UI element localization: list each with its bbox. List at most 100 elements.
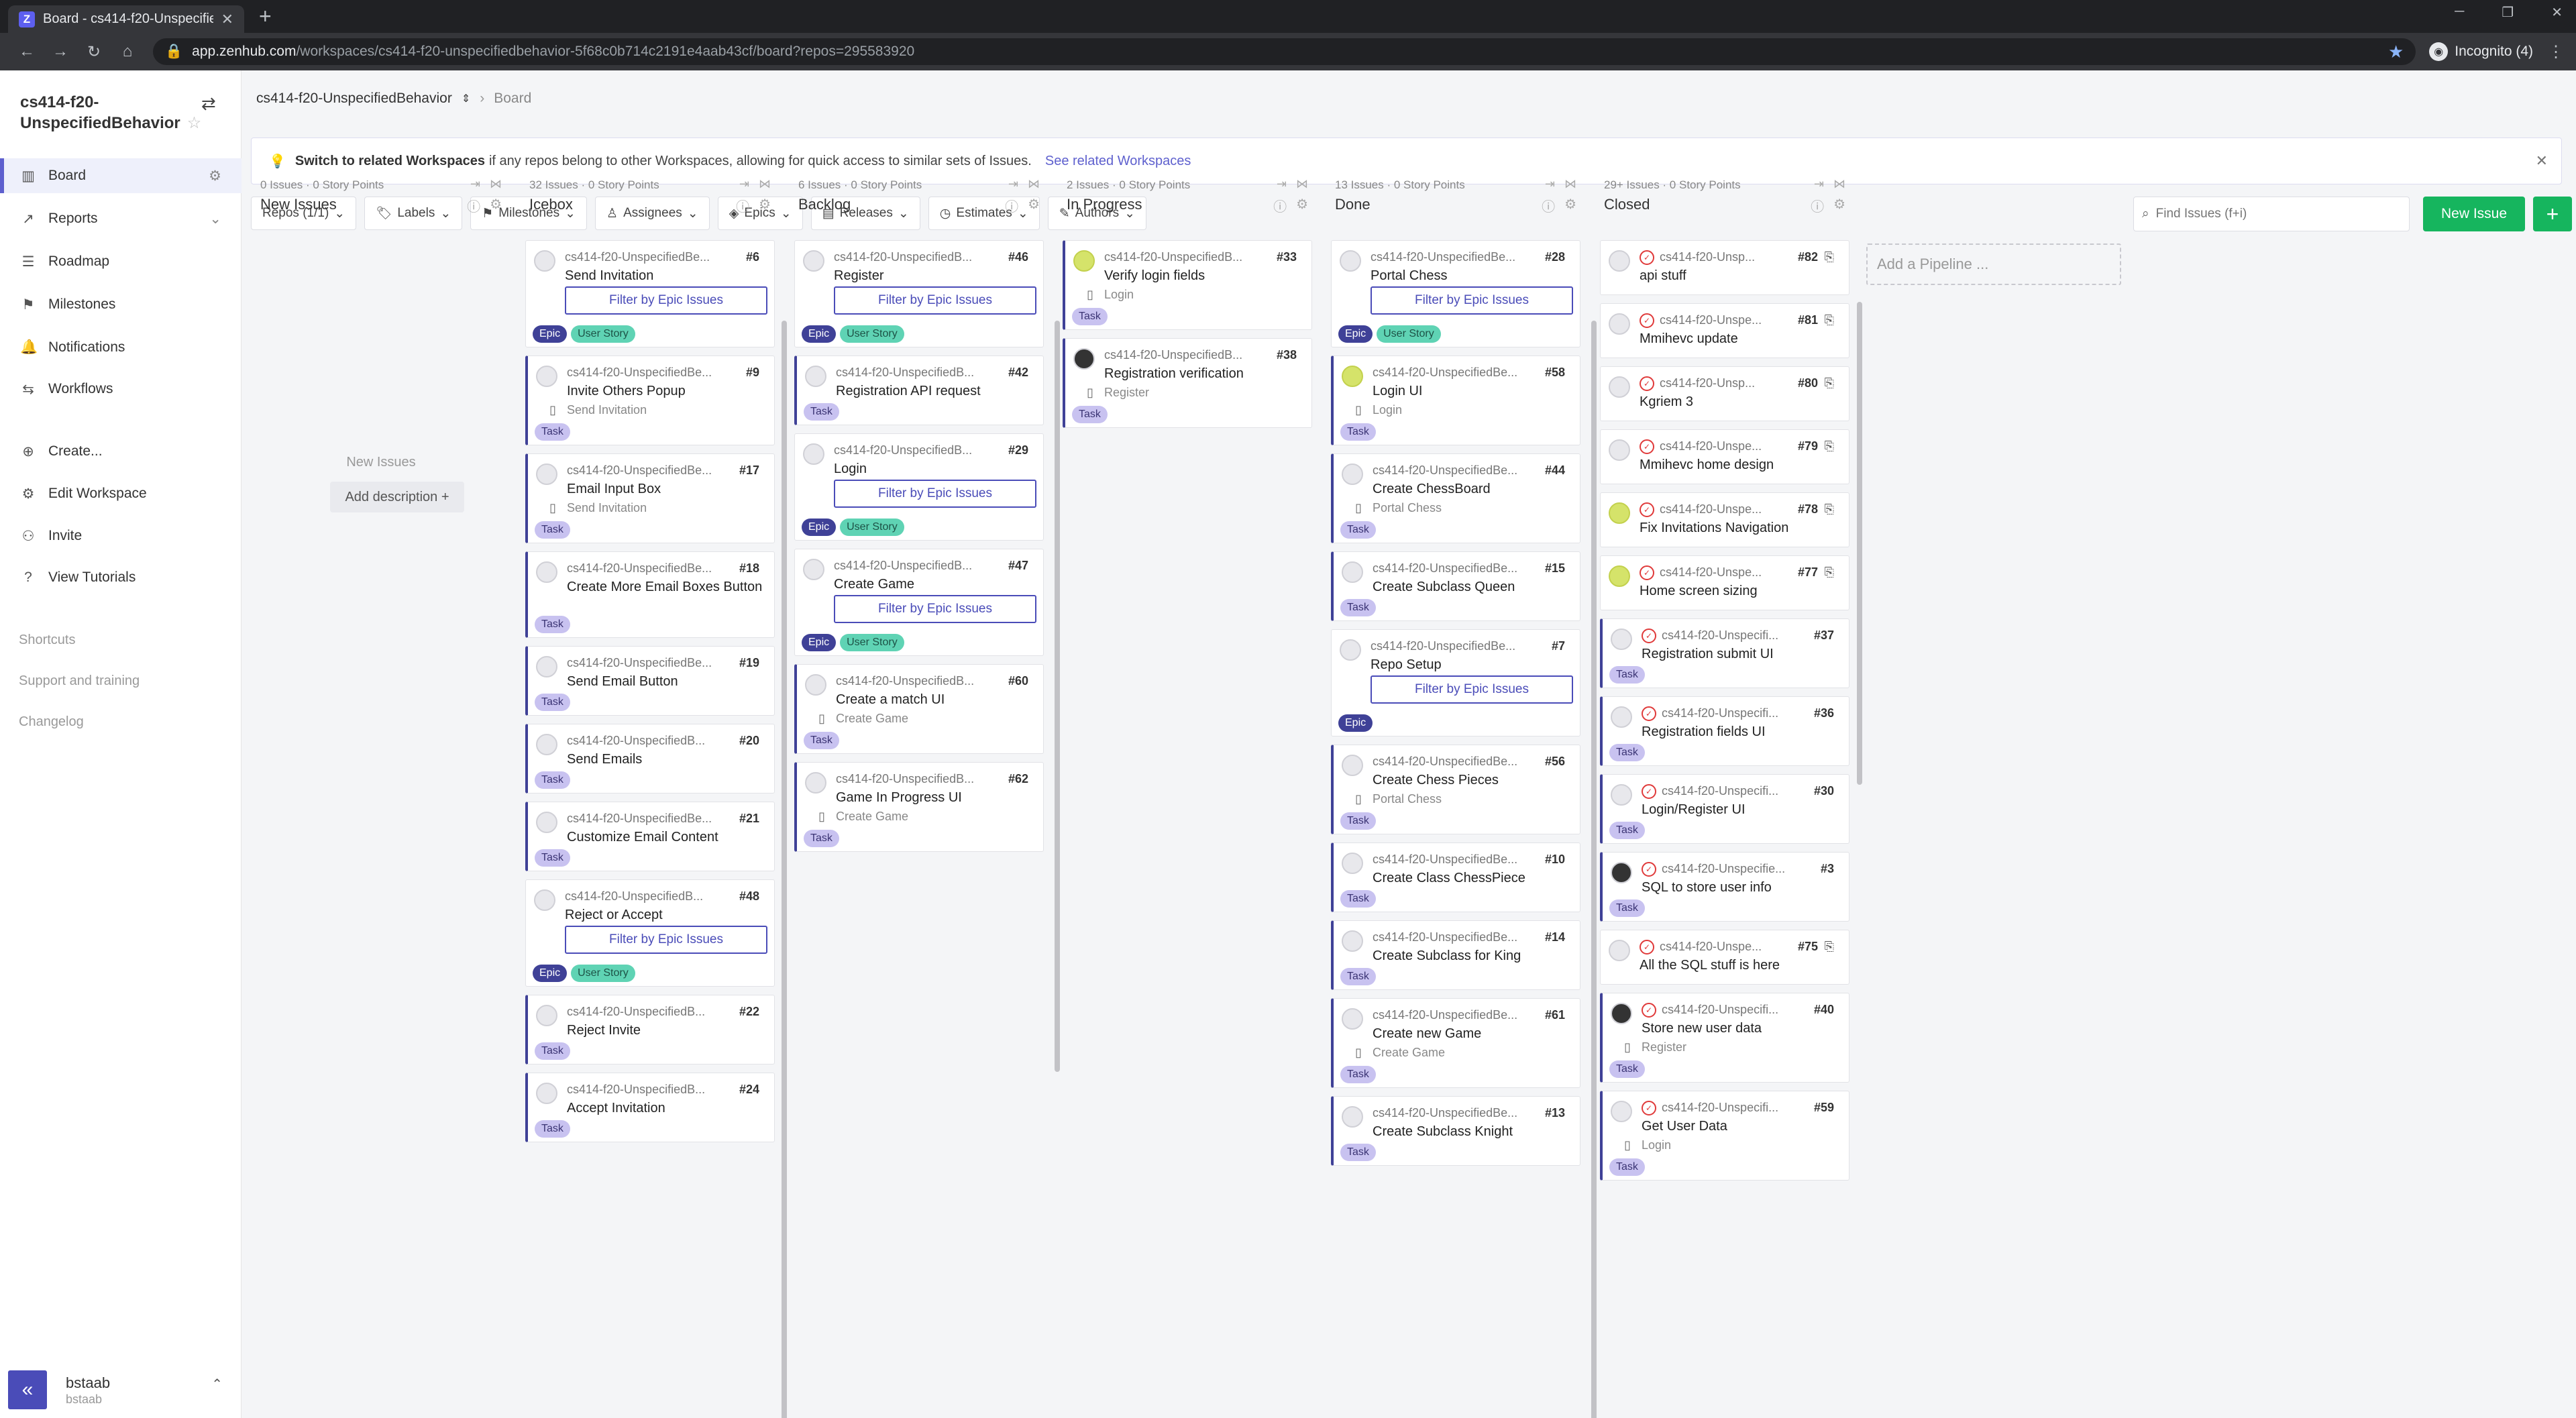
filter-by-epic-button[interactable]: Filter by Epic Issues	[565, 286, 767, 315]
issue-card[interactable]: cs414-f20-UnspecifiedBe... #13 Create Subc…	[1331, 1096, 1580, 1166]
sidebar-item-edit-workspace[interactable]: ⚙ Edit Workspace	[0, 476, 241, 511]
sidebar-item-milestones[interactable]: ⚑ Milestones	[0, 287, 241, 322]
close-icon[interactable]: ✕	[2536, 152, 2548, 170]
move-icon[interactable]: ⇥	[1277, 177, 1287, 191]
info-icon[interactable]: ⓘ	[1542, 196, 1555, 215]
issue-card[interactable]: cs414-f20-UnspecifiedBe... #21 Customize E…	[525, 802, 775, 871]
issue-card[interactable]: ✓ cs414-f20-Unspecifi... #37 Registration s…	[1600, 618, 1849, 688]
new-tab-icon[interactable]: +	[259, 4, 272, 29]
workspace-name[interactable]: cs414-f20-UnspecifiedBehavior ☆	[20, 92, 201, 133]
copy-icon[interactable]: ⎘	[1825, 376, 1834, 390]
issue-card[interactable]: ✓ cs414-f20-Unspe... #75 ⎘ All the SQL stuff…	[1600, 930, 1849, 985]
issue-card[interactable]: cs414-f20-UnspecifiedBe... #17 Email Input…	[525, 453, 775, 543]
issue-card[interactable]: ✓ cs414-f20-Unspecifi... #40 Store new user…	[1600, 993, 1849, 1083]
add-description-button[interactable]: Add description +	[330, 482, 464, 512]
gear-icon[interactable]: ⚙	[759, 196, 771, 215]
copy-icon[interactable]: ⎘	[1825, 313, 1834, 327]
gear-icon[interactable]: ⚙	[1833, 196, 1845, 215]
issue-card[interactable]: cs414-f20-UnspecifiedB... #29 Login Filter …	[794, 433, 1044, 541]
sidebar-item-workflows[interactable]: ⇆ Workflows	[0, 372, 241, 406]
copy-icon[interactable]: ⎘	[1825, 502, 1834, 516]
copy-icon[interactable]: ⎘	[1825, 940, 1834, 954]
column-scrollbar[interactable]	[1591, 321, 1597, 1418]
issue-card[interactable]: cs414-f20-UnspecifiedB... #46 Register Filt…	[794, 240, 1044, 347]
info-icon[interactable]: ⓘ	[1273, 196, 1287, 215]
add-pipeline-button[interactable]: Add a Pipeline ...	[1866, 243, 2121, 285]
issue-card[interactable]: cs414-f20-UnspecifiedBe... #6 Send Invitat…	[525, 240, 775, 347]
issue-card[interactable]: ✓ cs414-f20-Unspecifie... #3 SQL to store u…	[1600, 852, 1849, 922]
filter-by-epic-button[interactable]: Filter by Epic Issues	[834, 480, 1036, 508]
issue-card[interactable]: cs414-f20-UnspecifiedBe... #61 Create new …	[1331, 998, 1580, 1088]
issue-card[interactable]: cs414-f20-UnspecifiedBe... #58 Login UI ▯ Lo…	[1331, 356, 1580, 445]
issue-card[interactable]: cs414-f20-UnspecifiedBe... #56 Create Ches…	[1331, 745, 1580, 834]
sidebar-item-notifications[interactable]: 🔔 Notifications	[0, 330, 241, 365]
browser-tab[interactable]: Z Board - cs414-f20-UnspecifiedBe ✕	[8, 5, 244, 33]
collapse-icon[interactable]: ⋈	[490, 177, 502, 191]
minimize-icon[interactable]: ─	[2455, 4, 2464, 21]
chevron-down-icon[interactable]: ⌄	[209, 211, 221, 227]
issue-card[interactable]: cs414-f20-UnspecifiedBe... #14 Create Subc…	[1331, 920, 1580, 990]
collapse-icon[interactable]: ⋈	[1296, 177, 1308, 191]
filter-by-epic-button[interactable]: Filter by Epic Issues	[1371, 286, 1573, 315]
issue-card[interactable]: cs414-f20-UnspecifiedB... #47 Create Game F…	[794, 549, 1044, 656]
gear-icon[interactable]: ⚙	[1564, 196, 1576, 215]
sidebar-item-roadmap[interactable]: ☰ Roadmap	[0, 244, 241, 279]
shortcuts-link[interactable]: Shortcuts	[19, 633, 75, 648]
new-issue-button[interactable]: New Issue	[2423, 197, 2525, 231]
address-bar[interactable]: 🔒 app.zenhub.com /workspaces/cs414-f20-u…	[153, 38, 2416, 65]
issue-card[interactable]: cs414-f20-UnspecifiedB... #62 Game In Prog…	[794, 762, 1044, 852]
column-scrollbar[interactable]	[1857, 302, 1862, 785]
forward-icon[interactable]: →	[46, 42, 75, 61]
info-icon[interactable]: ⓘ	[736, 196, 749, 215]
incognito-indicator[interactable]: ◉ Incognito (4)	[2429, 42, 2533, 61]
gear-icon[interactable]: ⚙	[1296, 196, 1308, 215]
info-icon[interactable]: ⓘ	[1811, 196, 1824, 215]
issue-card[interactable]: cs414-f20-UnspecifiedB... #38 Registration…	[1063, 338, 1312, 428]
support-link[interactable]: Support and training	[19, 673, 140, 689]
filter-by-epic-button[interactable]: Filter by Epic Issues	[565, 926, 767, 954]
info-icon[interactable]: ⓘ	[467, 196, 480, 215]
filter-by-epic-button[interactable]: Filter by Epic Issues	[834, 286, 1036, 315]
collapse-icon[interactable]: ⋈	[759, 177, 771, 191]
browser-menu-icon[interactable]: ⋮	[2548, 42, 2564, 62]
sidebar-item-create[interactable]: ⊕ Create...	[0, 434, 241, 469]
issue-card[interactable]: cs414-f20-UnspecifiedB... #24 Accept Invit…	[525, 1073, 775, 1142]
copy-icon[interactable]: ⎘	[1825, 250, 1834, 264]
move-icon[interactable]: ⇥	[470, 177, 480, 191]
restore-icon[interactable]: ❐	[2502, 4, 2514, 21]
info-icon[interactable]: ⓘ	[1005, 196, 1018, 215]
collapse-icon[interactable]: ⋈	[1833, 177, 1845, 191]
bookmark-star-icon[interactable]: ★	[2388, 42, 2404, 62]
sidebar-item-reports[interactable]: ↗ Reports ⌄	[0, 201, 241, 236]
issue-card[interactable]: ✓ cs414-f20-Unsp... #80 ⎘ Kgriem 3	[1600, 366, 1849, 421]
issue-card[interactable]: ✓ cs414-f20-Unspe... #77 ⎘ Home screen sizin…	[1600, 555, 1849, 610]
chevron-updown-icon[interactable]: ⇕	[462, 92, 470, 105]
star-icon[interactable]: ☆	[187, 114, 202, 132]
issue-card[interactable]: cs414-f20-UnspecifiedBe... #18 Create More…	[525, 551, 775, 638]
collapse-sidebar-icon[interactable]: «	[8, 1370, 47, 1409]
close-window-icon[interactable]: ✕	[2551, 4, 2563, 21]
copy-icon[interactable]: ⎘	[1825, 565, 1834, 580]
issue-card[interactable]: ✓ cs414-f20-Unspecifi... #30 Login/Register…	[1600, 774, 1849, 844]
issue-card[interactable]: ✓ cs414-f20-Unspecifi... #36 Registration f…	[1600, 696, 1849, 766]
close-tab-icon[interactable]: ✕	[221, 11, 233, 28]
gear-icon[interactable]: ⚙	[490, 196, 502, 215]
move-icon[interactable]: ⇥	[1814, 177, 1824, 191]
issue-card[interactable]: cs414-f20-UnspecifiedB... #20 Send Emails T…	[525, 724, 775, 794]
issue-card[interactable]: cs414-f20-UnspecifiedB... #60 Create a mat…	[794, 664, 1044, 754]
switch-workspace-icon[interactable]: ⇄	[201, 93, 216, 114]
issue-card[interactable]: cs414-f20-UnspecifiedB... #22 Reject Invit…	[525, 995, 775, 1065]
search-input[interactable]	[2155, 207, 2384, 221]
issue-card[interactable]: ✓ cs414-f20-Unspe... #81 ⎘ Mmihevc update	[1600, 303, 1849, 358]
copy-icon[interactable]: ⎘	[1825, 439, 1834, 453]
move-icon[interactable]: ⇥	[739, 177, 749, 191]
move-icon[interactable]: ⇥	[1545, 177, 1555, 191]
issue-card[interactable]: cs414-f20-UnspecifiedBe... #10 Create Clas…	[1331, 842, 1580, 912]
user-menu[interactable]: « bstaab bstaab ⌃	[8, 1366, 229, 1413]
add-button[interactable]: +	[2533, 197, 2572, 231]
workspace-crumb[interactable]: cs414-f20-UnspecifiedBehavior	[256, 91, 452, 107]
gear-icon[interactable]: ⚙	[1028, 196, 1040, 215]
issue-card[interactable]: cs414-f20-UnspecifiedBe... #7 Repo Setup Fi…	[1331, 629, 1580, 737]
issue-card[interactable]: cs414-f20-UnspecifiedBe... #9 Invite Other…	[525, 356, 775, 445]
filter-by-epic-button[interactable]: Filter by Epic Issues	[1371, 675, 1573, 704]
